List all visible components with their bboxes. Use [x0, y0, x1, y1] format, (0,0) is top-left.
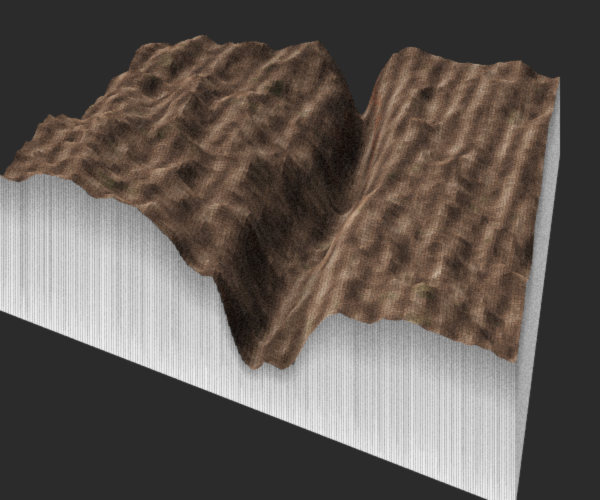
terrain-render [0, 0, 600, 500]
3d-viewport[interactable] [0, 0, 600, 500]
